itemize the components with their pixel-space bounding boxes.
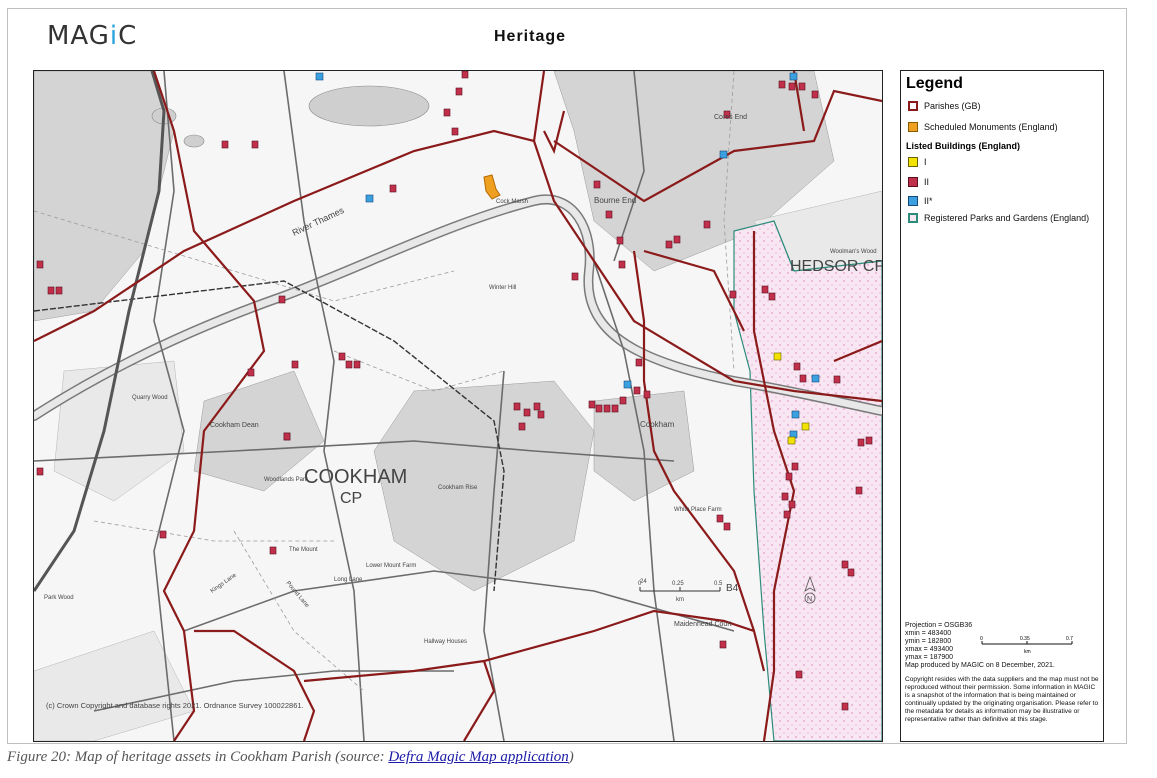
figure-caption: Figure 20: Map of heritage assets in Coo… — [7, 749, 574, 765]
label-woodlands-park: Woodlands Park — [264, 477, 309, 483]
legend-listed-heading: Listed Buildings (England) — [906, 141, 1020, 151]
label-hedsor: HEDSOR CP — [790, 258, 882, 275]
parish-swatch-icon — [908, 101, 918, 111]
label-the-mount: The Mount — [289, 547, 318, 553]
label-lower-mount: Lower Mount Farm — [366, 563, 416, 569]
legend-scale-bar: 0 0.35 0.7 km — [980, 636, 1073, 655]
svg-text:km: km — [676, 597, 684, 603]
label-cookham-cp: COOKHAM — [304, 466, 407, 488]
map-copyright: (c) Crown Copyright and database rights … — [46, 701, 304, 710]
grade-ii-star-swatch-icon — [908, 196, 918, 206]
label-maidenhead-court: Maidenhead Court — [674, 621, 732, 628]
disclaimer-text: Copyright resides with the data supplier… — [905, 676, 1099, 723]
label-cookham-cp2: CP — [340, 490, 362, 507]
legend-parks: Registered Parks and Gardens (England) — [908, 213, 1098, 223]
svg-text:N: N — [807, 596, 812, 603]
svg-text:0: 0 — [980, 636, 983, 642]
legend-grade-ii-star: II* — [908, 196, 933, 206]
scheduled-swatch-icon — [908, 122, 918, 132]
map-svg: COOKHAM CP HEDSOR CP Cookham Cookham Dea… — [34, 71, 882, 741]
svg-text:0.7: 0.7 — [1066, 636, 1073, 642]
parks-swatch-icon — [908, 213, 918, 223]
label-quarry-wood: Quarry Wood — [132, 395, 168, 401]
magic-logo: MAGiC — [47, 21, 138, 51]
label-cookham-dean: Cookham Dean — [210, 422, 259, 429]
label-white-place: White Place Farm — [674, 507, 722, 513]
map-canvas[interactable]: COOKHAM CP HEDSOR CP Cookham Cookham Dea… — [33, 70, 883, 742]
label-winter-hill: Winter Hill — [489, 285, 516, 291]
legend-panel: Legend Parishes (GB) Scheduled Monuments… — [900, 70, 1104, 742]
label-cock-marsh: Cock Marsh — [496, 199, 528, 205]
label-park-wood: Park Wood — [44, 595, 74, 601]
grade-i-swatch-icon — [908, 157, 918, 167]
legend-title: Legend — [906, 75, 963, 92]
label-b4: B4 — [726, 583, 739, 594]
label-hallway: Hallway Houses — [424, 639, 467, 645]
legend-parishes: Parishes (GB) — [908, 101, 981, 111]
svg-text:km: km — [1024, 649, 1031, 655]
legend-grade-ii: II — [908, 177, 929, 187]
svg-text:0.25: 0.25 — [672, 581, 684, 587]
legend-grade-i: I — [908, 157, 927, 167]
caption-link[interactable]: Defra Magic Map application — [388, 749, 568, 765]
label-cores-end: Cores End — [714, 114, 747, 121]
label-cookham-rise: Cookham Rise — [438, 485, 478, 491]
label-woolmans-wood: Woolman's Wood — [830, 249, 877, 255]
label-long-lane: Long Lane — [334, 577, 363, 583]
label-bourne-end: Bourne End — [594, 196, 636, 205]
legend-scheduled: Scheduled Monuments (England) — [908, 122, 1058, 132]
svg-text:0.5: 0.5 — [714, 581, 723, 587]
svg-text:0.35: 0.35 — [1020, 636, 1030, 642]
page-title: Heritage — [494, 28, 567, 45]
grade-ii-swatch-icon — [908, 177, 918, 187]
label-cookham: Cookham — [640, 420, 675, 429]
